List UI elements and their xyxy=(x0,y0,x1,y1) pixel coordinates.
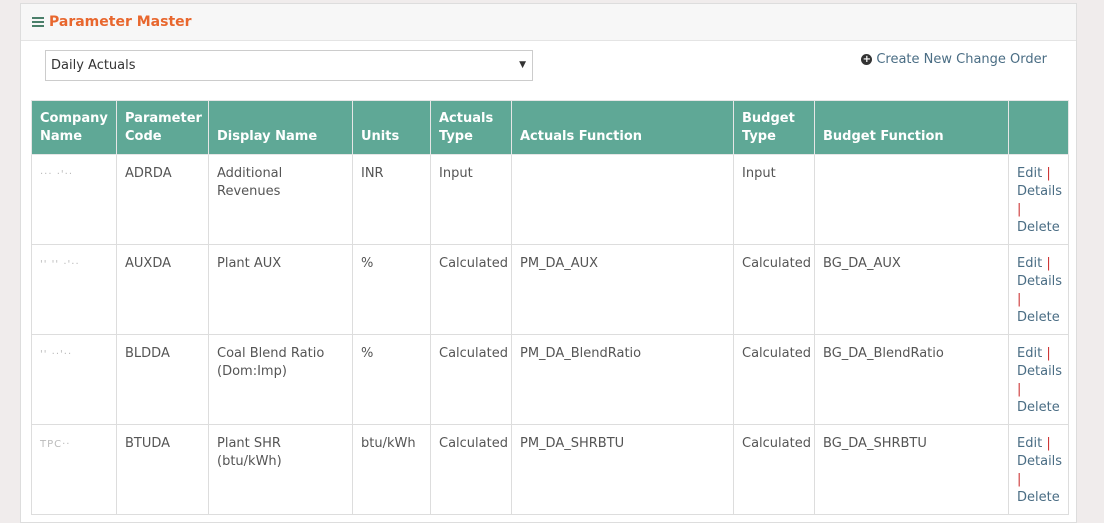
header-display-name[interactable]: Display Name xyxy=(208,100,353,155)
action-separator: | xyxy=(1046,256,1051,271)
action-separator: | xyxy=(1017,382,1022,397)
header-parameter-code[interactable]: Parameter Code xyxy=(116,100,209,155)
caret-down-icon: ▼ xyxy=(519,60,526,70)
table-row: '' ··'·· BLDDA Coal Blend Ratio (Dom:Imp… xyxy=(31,334,1069,425)
table-row: '' '' ·'·· AUXDA Plant AUX % Calculated … xyxy=(31,244,1069,335)
cell-actions: Edit | Details | Delete xyxy=(1008,334,1069,425)
company-name: ··· ·'·· xyxy=(40,169,73,180)
cell-budget-function: BG_DA_SHRBTU xyxy=(814,424,1009,515)
cell-display-name: Additional Revenues xyxy=(208,154,353,245)
cell-code: AUXDA xyxy=(116,244,209,335)
cell-budget-type: Calculated xyxy=(733,244,815,335)
cell-actions: Edit | Details | Delete xyxy=(1008,154,1069,245)
details-link[interactable]: Details xyxy=(1017,274,1062,289)
cell-display-name: Plant SHR (btu/kWh) xyxy=(208,424,353,515)
action-separator: | xyxy=(1046,436,1051,451)
cell-company: '' '' ·'·· xyxy=(31,244,117,335)
header-actuals-type[interactable]: Actuals Type xyxy=(430,100,512,155)
edit-link[interactable]: Edit xyxy=(1017,436,1042,451)
cell-budget-function: BG_DA_BlendRatio xyxy=(814,334,1009,425)
cell-actuals-type: Calculated xyxy=(430,424,512,515)
header-budget-function[interactable]: Budget Function xyxy=(814,100,1009,155)
cell-actuals-function: PM_DA_SHRBTU xyxy=(511,424,734,515)
cell-company: TPC·· xyxy=(31,424,117,515)
cell-code: BTUDA xyxy=(116,424,209,515)
cell-company: '' ··'·· xyxy=(31,334,117,425)
parameter-type-select[interactable]: Daily Actuals ▼ xyxy=(45,50,533,81)
cell-code: BLDDA xyxy=(116,334,209,425)
parameter-master-panel: Parameter Master Daily Actuals ▼ + Creat… xyxy=(20,3,1077,523)
parameter-table: Company Name Parameter Code Display Name… xyxy=(31,100,1069,515)
table-header-row: Company Name Parameter Code Display Name… xyxy=(31,100,1069,155)
action-separator: | xyxy=(1046,166,1051,181)
action-separator: | xyxy=(1017,202,1022,217)
company-name: TPC·· xyxy=(40,439,71,450)
header-company-name[interactable]: Company Name xyxy=(31,100,117,155)
company-name: '' ··'·· xyxy=(40,349,73,360)
header-budget-type[interactable]: Budget Type xyxy=(733,100,815,155)
cell-actions: Edit | Details | Delete xyxy=(1008,424,1069,515)
edit-link[interactable]: Edit xyxy=(1017,256,1042,271)
table-row: TPC·· BTUDA Plant SHR (btu/kWh) btu/kWh … xyxy=(31,424,1069,515)
cell-code: ADRDA xyxy=(116,154,209,245)
plus-circle-icon: + xyxy=(861,54,873,65)
cell-budget-function xyxy=(814,154,1009,245)
cell-units: INR xyxy=(352,154,431,245)
cell-display-name: Plant AUX xyxy=(208,244,353,335)
select-value: Daily Actuals xyxy=(51,58,136,73)
cell-actuals-type: Calculated xyxy=(430,244,512,335)
details-link[interactable]: Details xyxy=(1017,454,1062,469)
table-row: ··· ·'·· ADRDA Additional Revenues INR I… xyxy=(31,154,1069,245)
action-separator: | xyxy=(1017,292,1022,307)
create-change-order-link[interactable]: + Create New Change Order xyxy=(861,52,1047,67)
edit-link[interactable]: Edit xyxy=(1017,346,1042,361)
cell-actuals-type: Input xyxy=(430,154,512,245)
cell-budget-type: Calculated xyxy=(733,424,815,515)
bars-icon xyxy=(32,17,44,27)
delete-link[interactable]: Delete xyxy=(1017,400,1060,415)
cell-display-name: Coal Blend Ratio (Dom:Imp) xyxy=(208,334,353,425)
company-name: '' '' ·'·· xyxy=(40,259,80,270)
panel-title: Parameter Master xyxy=(49,14,192,30)
cell-units: % xyxy=(352,244,431,335)
panel-heading: Parameter Master xyxy=(21,4,1076,41)
cell-units: % xyxy=(352,334,431,425)
cell-actuals-function: PM_DA_BlendRatio xyxy=(511,334,734,425)
action-separator: | xyxy=(1046,346,1051,361)
cell-company: ··· ·'·· xyxy=(31,154,117,245)
action-separator: | xyxy=(1017,472,1022,487)
cell-budget-type: Calculated xyxy=(733,334,815,425)
delete-link[interactable]: Delete xyxy=(1017,310,1060,325)
header-actuals-function[interactable]: Actuals Function xyxy=(511,100,734,155)
delete-link[interactable]: Delete xyxy=(1017,220,1060,235)
cell-budget-function: BG_DA_AUX xyxy=(814,244,1009,335)
header-units[interactable]: Units xyxy=(352,100,431,155)
cell-actuals-type: Calculated xyxy=(430,334,512,425)
delete-link[interactable]: Delete xyxy=(1017,490,1060,505)
cell-actuals-function: PM_DA_AUX xyxy=(511,244,734,335)
cell-actions: Edit | Details | Delete xyxy=(1008,244,1069,335)
cell-budget-type: Input xyxy=(733,154,815,245)
cell-actuals-function xyxy=(511,154,734,245)
header-actions xyxy=(1008,100,1069,155)
edit-link[interactable]: Edit xyxy=(1017,166,1042,181)
create-link-label: Create New Change Order xyxy=(876,52,1047,67)
details-link[interactable]: Details xyxy=(1017,184,1062,199)
cell-units: btu/kWh xyxy=(352,424,431,515)
details-link[interactable]: Details xyxy=(1017,364,1062,379)
